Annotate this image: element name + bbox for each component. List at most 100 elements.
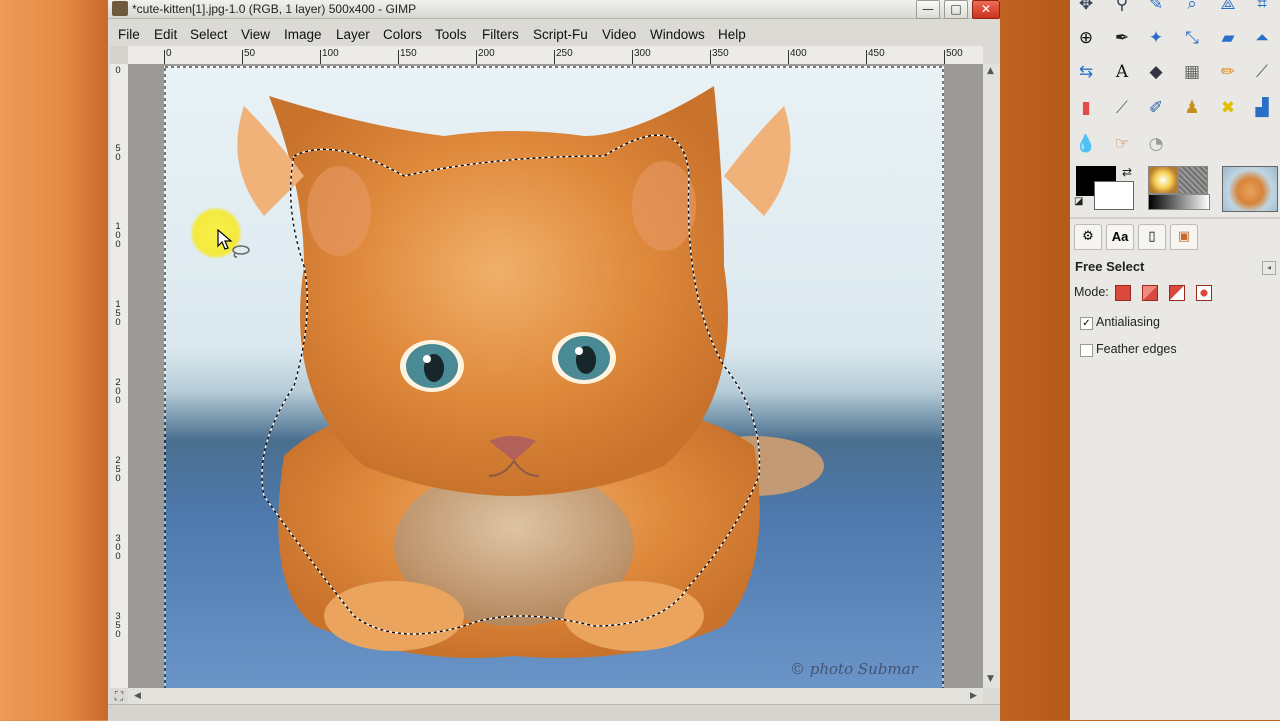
ink-tool-icon[interactable]: ✐	[1142, 94, 1170, 122]
ruler-corner[interactable]	[110, 46, 128, 64]
menu-select[interactable]: Select	[190, 27, 228, 42]
scale-tool-icon[interactable]: ⤡	[1178, 24, 1206, 52]
feather-edges-label: Feather edges	[1096, 342, 1177, 356]
gimp-app-icon	[112, 1, 128, 16]
pencil-tool-icon[interactable]: ✏	[1214, 58, 1242, 86]
ruler-label: 250	[556, 48, 573, 59]
smudge-tool-icon[interactable]: ☞	[1108, 130, 1136, 158]
perspective-tool-icon[interactable]: ⏶	[1248, 24, 1276, 52]
airbrush-icon[interactable]: ⟋	[1108, 94, 1136, 122]
ruler-label: 2 5 0	[115, 455, 121, 484]
tab-menu-icon[interactable]: ◂	[1262, 261, 1276, 275]
flip-tool-icon[interactable]: ⇆	[1072, 58, 1100, 86]
scroll-left-icon[interactable]: ◀	[134, 691, 141, 701]
active-image-thumbnail[interactable]	[1222, 166, 1278, 212]
menu-help[interactable]: Help	[718, 27, 746, 42]
horizontal-scrollbar[interactable]: ◀ ▶	[128, 688, 983, 704]
swap-colors-icon[interactable]: ⇄	[1122, 165, 1132, 179]
transform-tool-icon[interactable]: ✒	[1108, 24, 1136, 52]
antialiasing-label: Antialiasing	[1096, 315, 1160, 329]
rotate-tool-icon[interactable]: ✦	[1142, 24, 1170, 52]
antialiasing-checkbox[interactable]: ✓	[1080, 317, 1093, 330]
menu-tools[interactable]: Tools	[435, 27, 467, 42]
ruler-label: 350	[712, 48, 729, 59]
blur-tool-icon[interactable]: 💧	[1072, 130, 1100, 158]
brush-preview[interactable]	[1148, 166, 1178, 194]
scroll-right-icon[interactable]: ▶	[970, 691, 977, 701]
clone-tool-icon[interactable]: ♟	[1178, 94, 1206, 122]
desktop-background-left	[0, 0, 108, 720]
toolbox: ✥ ⚲ ✎ ⌕ ⟁ ⌗ ⊕ ✒ ✦ ⤡ ▰ ⏶ ⇆ A ◆ ▦ ✏ ⟋ ▮ ⟋ …	[1070, 0, 1280, 160]
scroll-down-icon[interactable]: ▼	[987, 674, 994, 684]
move-tool-icon[interactable]: ✥	[1072, 0, 1100, 18]
measure-tool-icon[interactable]: ⟁	[1214, 0, 1242, 18]
feather-edges-checkbox[interactable]	[1080, 344, 1093, 357]
menu-view[interactable]: View	[241, 27, 270, 42]
tool-options-tab-icon[interactable]: ⚙	[1074, 224, 1102, 250]
lasso-cursor-icon	[232, 245, 250, 258]
vertical-ruler[interactable]: 0 5 0 1 0 0 1 5 0 2 0 0 2 5 0 3 0 0 3 5 …	[110, 64, 129, 688]
align-tool-icon[interactable]: ⚲	[1108, 0, 1136, 18]
blend-tool-icon[interactable]: ▦	[1178, 58, 1206, 86]
ruler-label: 500	[946, 48, 963, 59]
eraser-tool-icon[interactable]: ▮	[1072, 94, 1100, 122]
menu-windows[interactable]: Windows	[650, 27, 705, 42]
ruler-label: 1 5 0	[115, 299, 121, 328]
menu-file[interactable]: File	[118, 27, 140, 42]
menu-script-fu[interactable]: Script-Fu	[533, 27, 588, 42]
mode-intersect-button[interactable]	[1196, 285, 1212, 301]
maximize-button[interactable]: □	[944, 0, 968, 19]
zoom-tool-icon[interactable]: ⌕	[1178, 0, 1206, 18]
minimize-button[interactable]: —	[916, 0, 940, 19]
menu-filters[interactable]: Filters	[482, 27, 519, 42]
mode-replace-button[interactable]	[1115, 285, 1131, 301]
ruler-label: 3 0 0	[115, 533, 121, 562]
menu-layer[interactable]: Layer	[336, 27, 370, 42]
menu-edit[interactable]: Edit	[154, 27, 177, 42]
vertical-scrollbar[interactable]: ▲ ▼	[983, 64, 1000, 688]
ruler-label: 0	[166, 48, 172, 59]
image-canvas[interactable]: © photo Submar	[128, 64, 983, 688]
ruler-label: 3 5 0	[115, 611, 121, 640]
pattern-preview[interactable]	[1178, 166, 1208, 194]
menu-image[interactable]: Image	[284, 27, 322, 42]
close-button[interactable]: ✕	[972, 0, 1000, 19]
ruler-label: 100	[322, 48, 339, 59]
fonts-tab-icon[interactable]: Aa	[1106, 224, 1134, 250]
menu-colors[interactable]: Colors	[383, 27, 422, 42]
status-bar	[108, 704, 1000, 721]
menu-video[interactable]: Video	[602, 27, 636, 42]
paintbrush-icon[interactable]: ⟋	[1248, 58, 1276, 86]
bucket-fill-icon[interactable]: ◆	[1142, 58, 1170, 86]
ruler-label: 150	[400, 48, 417, 59]
ruler-label: 450	[868, 48, 885, 59]
text-tool-icon[interactable]: A	[1108, 58, 1136, 86]
ruler-label: 2 0 0	[115, 377, 121, 406]
horizontal-ruler[interactable]: 0 50 100 150 200 250 300 350 400 450 500	[128, 46, 983, 65]
menu-bar: File Edit Select View Image Layer Colors…	[108, 24, 1000, 46]
ruler-label: 300	[634, 48, 651, 59]
navigate-icon[interactable]: ⛶	[110, 688, 128, 704]
shear-tool-icon[interactable]: ▰	[1214, 24, 1242, 52]
photo-watermark: © photo Submar	[790, 660, 918, 678]
document-tab-icon[interactable]: ▯	[1138, 224, 1166, 250]
rect-select-icon[interactable]: ⊕	[1072, 24, 1100, 52]
gradient-preview[interactable]	[1148, 194, 1210, 210]
default-colors-icon[interactable]: ◪	[1074, 196, 1083, 207]
heal-tool-icon[interactable]: ✖	[1214, 94, 1242, 122]
images-tab-icon[interactable]: ▣	[1170, 224, 1198, 250]
dock-tabs: ⚙ Aa ▯ ▣	[1074, 224, 1274, 250]
crop-tool-icon[interactable]: ⌗	[1248, 0, 1276, 18]
kitten-photo[interactable]: © photo Submar	[164, 66, 944, 688]
ruler-label: 0	[115, 65, 121, 76]
free-select-outline[interactable]	[164, 66, 944, 688]
mode-add-button[interactable]	[1142, 285, 1158, 301]
perspective-clone-icon[interactable]: ▟	[1248, 94, 1276, 122]
mode-subtract-button[interactable]	[1169, 285, 1185, 301]
dodge-burn-icon[interactable]: ◔	[1142, 130, 1170, 158]
paths-tool-icon[interactable]: ✎	[1142, 0, 1170, 18]
title-bar[interactable]: *cute-kitten[1].jpg-1.0 (RGB, 1 layer) 5…	[108, 0, 1000, 19]
scroll-up-icon[interactable]: ▲	[987, 66, 994, 76]
background-color-swatch[interactable]	[1094, 181, 1134, 210]
tool-options-title: Free Select	[1075, 259, 1145, 274]
